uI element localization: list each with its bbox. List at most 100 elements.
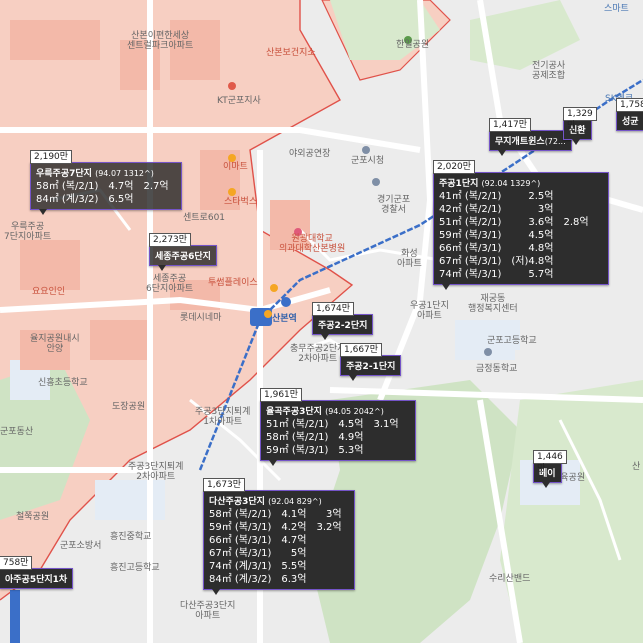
price-table: 58㎡ (복/2/1) 4.7억 2.7억 84㎡ (계/3/2) 6.5억 — [36, 180, 179, 206]
price-tag: 1,674만 — [312, 302, 355, 316]
price-tag: 1,758 — [616, 98, 643, 112]
card-ajugong5[interactable]: 758만 아주공5단지1차 — [0, 556, 74, 589]
label-sanbon-lifestyle: 산본이편한세상 센트럴파크아파트 — [127, 31, 194, 51]
card-dasan3[interactable]: 1,673만 다산주공3단지 (92.04 829^) 58㎡ (복/2/1) 4… — [203, 478, 355, 595]
complex-name: 다산주공3단지 (92.04 829^) — [209, 497, 322, 507]
label-hanil-park: 한일공원 — [396, 40, 430, 50]
table-row: 41㎡ (복/2/1) 2.5억 — [439, 191, 554, 202]
label-gunpo-fire: 군포소방서 — [60, 541, 102, 551]
table-row: 58㎡ (복/2/1) 4.7억 2.7억 — [36, 181, 169, 192]
label-yoyo: 요요인인 — [32, 287, 66, 297]
card-yulgok3[interactable]: 1,961만 율곡주공3단지 (94.05 2042^) 51㎡ (복/2/1)… — [260, 388, 416, 466]
table-row: 59㎡ (복/3/1) 4.2억 3.2억 — [209, 522, 342, 533]
complex-name: 우륵주공7단지 (94.07 1312^) — [36, 169, 154, 179]
table-row: 59㎡ (복/3/1) 5.3억 — [266, 445, 364, 456]
card-jugong2-2[interactable]: 1,674만 주공2-2단지 — [312, 302, 374, 340]
starbucks-icon — [228, 188, 236, 196]
table-row: 58㎡ (복/2/1) 4.9억 — [266, 432, 364, 443]
label-heungjin-high: 흥진고등학교 — [110, 563, 160, 573]
complex-name: 무지개트윈스(72... — [495, 137, 566, 147]
school-icon — [484, 348, 492, 356]
table-row: 67㎡ (복/3/1) (저)4.8억 — [439, 256, 554, 267]
label-emart: 이마트 — [223, 162, 248, 172]
emart-icon — [228, 154, 236, 162]
bus-icon — [270, 284, 278, 292]
card-pointer — [158, 265, 166, 271]
label-kt-post: KT군포지사 — [217, 96, 261, 106]
label-sinheung-school: 신흥초등학교 — [38, 378, 88, 388]
card-pointer — [498, 150, 506, 156]
price-tag: 1,961만 — [260, 388, 303, 402]
bus-icon-2 — [264, 310, 272, 318]
label-suri-park: 수리산밴드 — [489, 574, 531, 584]
label-geumjeong-school: 금정동학교 — [476, 364, 518, 374]
label-sejong6-apt: 세종주공 6단지아파트 — [146, 274, 194, 294]
card-pointer — [349, 375, 357, 381]
card-sejong6[interactable]: 2,273만 세종주공6단지 — [149, 233, 217, 271]
label-sanbon-station[interactable]: 산본역 — [272, 314, 297, 324]
label-starbucks: 스타벅스 — [224, 197, 258, 207]
price-table: 58㎡ (복/2/1) 4.1억 3억 59㎡ (복/3/1) 4.2억 3.2억 66… — [209, 508, 352, 586]
card-pointer — [572, 139, 580, 145]
city-hall-icon — [362, 146, 370, 154]
label-heungjin-middle: 흥진중학교 — [110, 532, 152, 542]
label-jugong2-2apt: 충무주공2단지 2차아파트 — [290, 344, 346, 364]
table-row: 59㎡ (복/3/1) 4.5억 — [439, 230, 554, 241]
price-tag: 1,446만 — [533, 450, 567, 474]
label-centre601: 센트로601 — [183, 213, 226, 223]
label-gunpo-academy: 군포고등학교 — [487, 336, 537, 346]
label-admin-center: 재궁동 행정복지센터 — [468, 294, 518, 314]
post-icon — [228, 82, 236, 90]
complex-name: 율곡주공3단지 (94.05 2042^) — [266, 407, 384, 417]
label-jeju1-apt: 우공1단지 아파트 — [410, 301, 449, 321]
complex-name: 성균 — [622, 117, 639, 127]
table-row: 66㎡ (복/3/1) 4.7억 — [209, 535, 307, 546]
station-icon — [281, 297, 291, 307]
price-tag: 2,190만 — [30, 150, 73, 164]
label-wonkwang: 원광대학교 의과대학산본병원 — [279, 234, 346, 254]
complex-name: 세종주공6단지 — [155, 252, 211, 262]
card-jugong2-1[interactable]: 1,667만 주공2-1단지 — [340, 343, 402, 381]
card-bei[interactable]: 1,446만 베이 — [533, 450, 567, 488]
card-sunggun[interactable]: 1,758 성균 — [616, 98, 643, 131]
label-hwaseong-apt: 화성 아파트 — [397, 249, 422, 269]
police-icon — [372, 178, 380, 186]
card-woorook7[interactable]: 2,190만 우륵주공7단지 (94.07 1312^) 58㎡ (복/2/1)… — [30, 150, 182, 215]
table-row: 58㎡ (복/2/1) 4.1억 3억 — [209, 509, 342, 520]
label-lotte-cinema: 롯데시네마 — [180, 313, 222, 323]
table-row: 66㎡ (복/3/1) 4.8억 — [439, 243, 554, 254]
complex-name: 주공1단지 (92.04 1329^) — [439, 179, 541, 189]
card-jugong1[interactable]: 2,020만 주공1단지 (92.04 1329^) 41㎡ (복/2/1) 2.… — [433, 160, 609, 290]
card-pointer — [442, 284, 450, 290]
label-aya-park: 야외공연장 — [289, 149, 331, 159]
label-gunpo-city: 군포시청 — [351, 156, 385, 166]
label-cheolmaek-park: 철쭉공원 — [16, 512, 50, 522]
complex-name: 주공2-1단지 — [346, 362, 396, 372]
complex-name: 주공2-2단지 — [318, 321, 368, 331]
label-electric-union: 전기공사 공제조합 — [532, 61, 566, 81]
table-row: 51㎡ (복/2/1) 3.6억 2.8억 — [439, 217, 589, 228]
label-twosome: 투썸플레이스 — [208, 278, 258, 288]
card-mujigae[interactable]: 1,417만 무지개트윈스(72... — [489, 118, 572, 156]
table-row: 74㎡ (복/3/1) 5.7억 — [439, 269, 554, 280]
card-pointer — [269, 460, 277, 466]
card-sinhwan[interactable]: 1,329만 신환 — [563, 107, 597, 145]
price-tag: 1,673만 — [203, 478, 246, 492]
price-tag: 758만 — [0, 556, 33, 570]
label-jugong3b-apt: 주공3단지퇴계 2차아파트 — [128, 462, 184, 482]
bottom-left-station — [10, 590, 20, 643]
card-pointer — [212, 589, 220, 595]
label-gunsan: 군포동산 — [0, 427, 34, 437]
price-table: 41㎡ (복/2/1) 2.5억 42㎡ (복/2/1) 3억 51㎡ (복/2/1… — [439, 190, 599, 281]
label-dopo-park: 도장공원 — [112, 402, 146, 412]
price-tag: 1,667만 — [340, 343, 383, 357]
table-row: 67㎡ (복/3/1) 5억 — [209, 548, 307, 559]
price-tag: 1,329만 — [563, 107, 597, 131]
price-tag: 2,273만 — [149, 233, 192, 247]
table-row: 84㎡ (계/3/2) 6.3억 — [209, 574, 307, 585]
label-smart: 스마트 — [604, 4, 629, 14]
complex-name: 아주공5단지1차 — [5, 575, 68, 585]
price-tag: 1,417만 — [489, 118, 532, 132]
table-row: 74㎡ (계/3/1) 5.5억 — [209, 561, 307, 572]
park-area-right — [500, 380, 643, 643]
